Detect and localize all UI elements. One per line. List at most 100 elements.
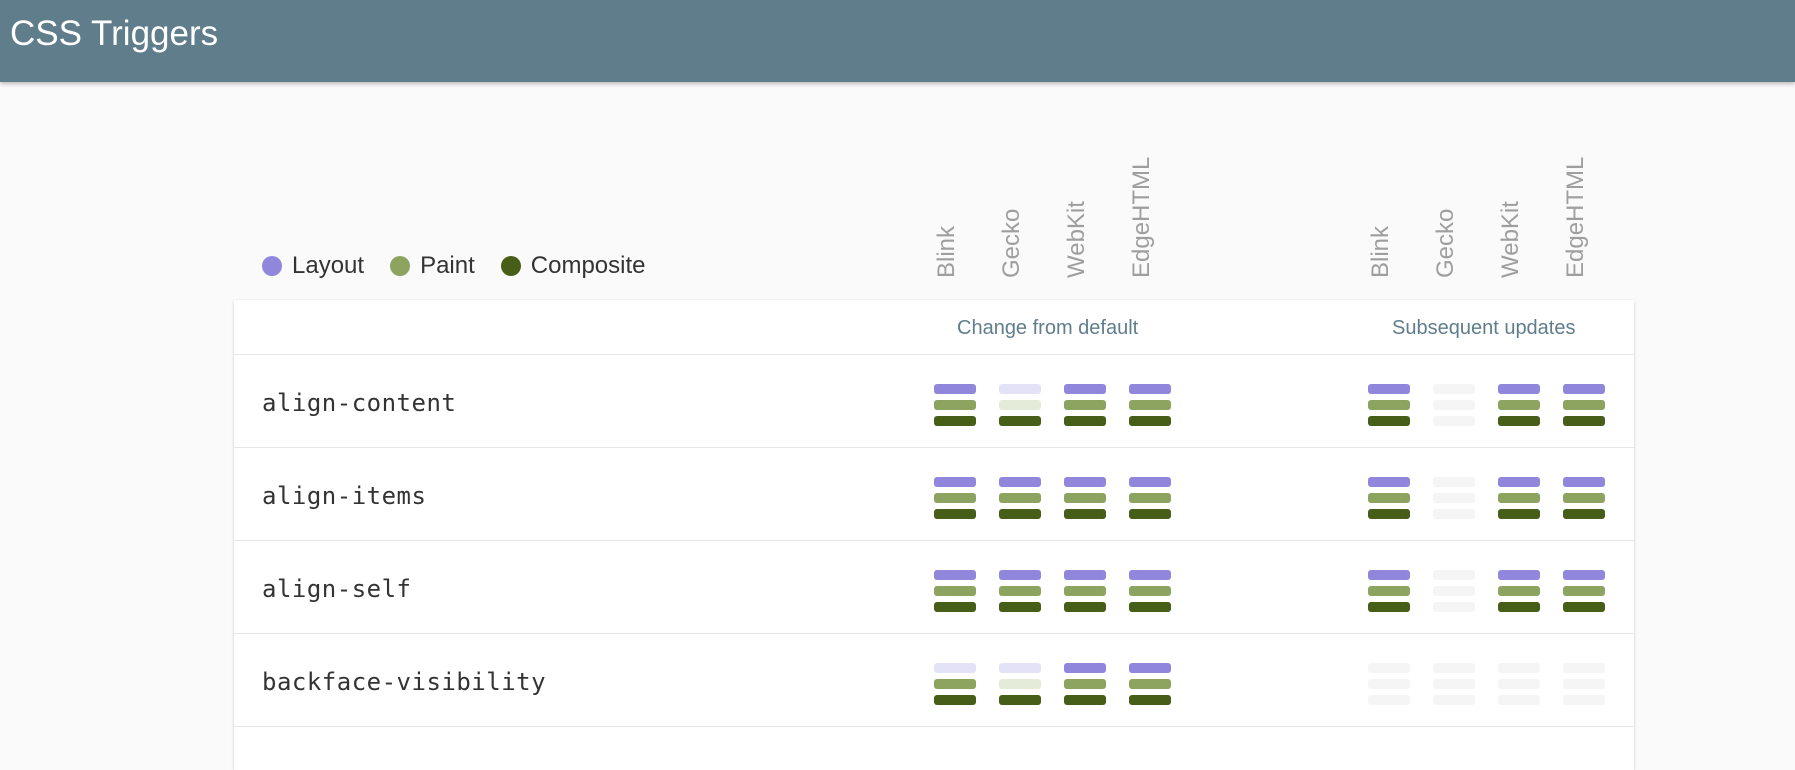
subsequent-cell-blink[interactable]	[1368, 384, 1410, 428]
paint-bar	[1368, 679, 1410, 689]
composite-bar	[1498, 602, 1540, 612]
engine-label-text: WebKit	[1063, 201, 1090, 278]
table-body: align-content align-items align-self backfa…	[234, 355, 1634, 727]
change-cell-webkit[interactable]	[1064, 570, 1106, 614]
change-cell-webkit[interactable]	[1064, 477, 1106, 521]
subsequent-cell-gecko[interactable]	[1433, 477, 1475, 521]
composite-bar	[1433, 509, 1475, 519]
paint-bar	[999, 400, 1041, 410]
subsequent-cell-gecko[interactable]	[1433, 663, 1475, 707]
subsequent-cell-webkit[interactable]	[1498, 663, 1540, 707]
change-cell-blink[interactable]	[934, 477, 976, 521]
subsequent-cell-webkit[interactable]	[1498, 477, 1540, 521]
change-cell-edgehtml[interactable]	[1129, 384, 1171, 428]
layout-bar	[1433, 477, 1475, 487]
paint-bar	[1368, 586, 1410, 596]
layout-bar	[1368, 570, 1410, 580]
table-header: Change from default Subsequent updates	[234, 300, 1634, 355]
layout-bar	[1563, 663, 1605, 673]
subsequent-cell-blink[interactable]	[1368, 477, 1410, 521]
change-cell-gecko[interactable]	[999, 663, 1041, 707]
paint-bar	[1129, 400, 1171, 410]
change-cell-gecko[interactable]	[999, 570, 1041, 614]
layout-bar	[1563, 477, 1605, 487]
layout-bar	[1498, 663, 1540, 673]
subsequent-cell-gecko[interactable]	[1433, 384, 1475, 428]
layout-bar	[1064, 663, 1106, 673]
engine-label-text: EdgeHTML	[1562, 156, 1589, 278]
property-name[interactable]: backface-visibility	[262, 668, 546, 696]
subsequent-cell-edgehtml[interactable]	[1563, 477, 1605, 521]
triggers-table: Change from default Subsequent updates a…	[234, 300, 1634, 770]
composite-bar	[1563, 695, 1605, 705]
subsequent-cell-webkit[interactable]	[1498, 384, 1540, 428]
subsequent-cell-blink[interactable]	[1368, 570, 1410, 614]
composite-bar	[1498, 416, 1540, 426]
change-cell-blink[interactable]	[934, 663, 976, 707]
change-cell-gecko[interactable]	[999, 384, 1041, 428]
paint-bar	[1368, 400, 1410, 410]
property-name[interactable]: align-self	[262, 575, 412, 603]
table-row-backface-visibility[interactable]: backface-visibility	[234, 634, 1634, 727]
subsequent-cell-webkit[interactable]	[1498, 570, 1540, 614]
change-cell-blink[interactable]	[934, 384, 976, 428]
table-row-align-items[interactable]: align-items	[234, 448, 1634, 541]
engine-label-text: Gecko	[1432, 208, 1459, 278]
engine-label-blink: Blink	[932, 118, 962, 278]
engine-label-webkit: WebKit	[1062, 118, 1092, 278]
composite-bar	[1433, 416, 1475, 426]
engine-label-text: Blink	[933, 225, 960, 278]
app-title[interactable]: CSS Triggers	[10, 14, 218, 54]
paint-bar	[1368, 493, 1410, 503]
subsequent-cell-gecko[interactable]	[1433, 570, 1475, 614]
composite-bar	[1129, 695, 1171, 705]
layout-bar	[1433, 384, 1475, 394]
app-header: CSS Triggers	[0, 0, 1795, 82]
layout-bar	[934, 570, 976, 580]
composite-bar	[1563, 416, 1605, 426]
subsequent-cell-edgehtml[interactable]	[1563, 663, 1605, 707]
composite-bar	[1368, 602, 1410, 612]
change-cell-edgehtml[interactable]	[1129, 477, 1171, 521]
change-cell-webkit[interactable]	[1064, 663, 1106, 707]
table-row-align-self[interactable]: align-self	[234, 541, 1634, 634]
composite-bar	[999, 416, 1041, 426]
composite-bar	[1064, 602, 1106, 612]
subsequent-cell-blink[interactable]	[1368, 663, 1410, 707]
paint-bar	[1064, 400, 1106, 410]
composite-bar	[999, 695, 1041, 705]
layout-bar	[1368, 384, 1410, 394]
layout-dot-icon	[262, 256, 282, 276]
layout-bar	[1129, 384, 1171, 394]
layout-bar	[1064, 570, 1106, 580]
paint-bar	[1498, 400, 1540, 410]
engine-label-text: Gecko	[998, 208, 1025, 278]
subsequent-cell-edgehtml[interactable]	[1563, 570, 1605, 614]
property-name[interactable]: align-content	[262, 389, 456, 417]
group-label-subsequent: Subsequent updates	[1392, 317, 1576, 339]
composite-bar	[1563, 602, 1605, 612]
paint-bar	[1064, 586, 1106, 596]
paint-bar	[999, 679, 1041, 689]
change-cell-webkit[interactable]	[1064, 384, 1106, 428]
paint-bar	[1129, 586, 1171, 596]
layout-bar	[934, 663, 976, 673]
layout-bar	[1433, 570, 1475, 580]
change-cell-gecko[interactable]	[999, 477, 1041, 521]
change-cell-edgehtml[interactable]	[1129, 570, 1171, 614]
subsequent-cell-edgehtml[interactable]	[1563, 384, 1605, 428]
layout-bar	[1498, 477, 1540, 487]
engine-label-gecko: Gecko	[997, 118, 1027, 278]
layout-bar	[1129, 477, 1171, 487]
table-row-align-content[interactable]: align-content	[234, 355, 1634, 448]
paint-bar	[934, 400, 976, 410]
engine-label-text: Blink	[1367, 225, 1394, 278]
group-label-change: Change from default	[957, 317, 1139, 339]
layout-bar	[1498, 570, 1540, 580]
paint-bar	[934, 493, 976, 503]
paint-bar	[1563, 679, 1605, 689]
legend-label-composite: Composite	[530, 252, 646, 279]
change-cell-edgehtml[interactable]	[1129, 663, 1171, 707]
change-cell-blink[interactable]	[934, 570, 976, 614]
property-name[interactable]: align-items	[262, 482, 426, 510]
